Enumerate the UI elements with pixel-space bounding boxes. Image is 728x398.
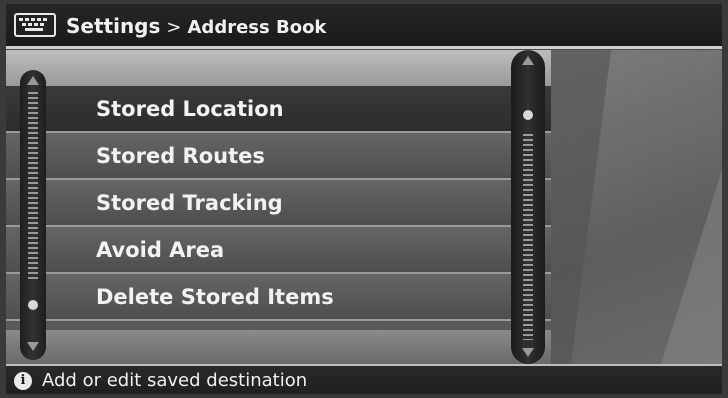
scroll-down-arrow-icon[interactable] — [522, 348, 534, 357]
menu-bottom-strip — [6, 330, 551, 364]
scroll-position-indicator — [28, 300, 38, 310]
menu-item-stored-routes[interactable]: Stored Routes — [6, 133, 551, 180]
left-scrollbar[interactable] — [20, 70, 46, 360]
status-message: Add or edit saved destination — [42, 370, 308, 391]
menu-item-label: Delete Stored Items — [96, 285, 334, 309]
menu-item-stored-location[interactable]: Stored Location — [6, 86, 551, 133]
scroll-ticks — [523, 134, 533, 340]
scroll-up-arrow-icon[interactable] — [522, 56, 534, 65]
menu-item-avoid-area[interactable]: Avoid Area — [6, 227, 551, 274]
scroll-position-indicator — [523, 110, 533, 120]
page-title: Address Book — [187, 17, 327, 38]
menu-item-label: Stored Location — [96, 97, 284, 121]
breadcrumb-settings: Settings — [66, 14, 161, 38]
right-scrollbar[interactable] — [511, 50, 545, 364]
menu-item-stored-tracking[interactable]: Stored Tracking — [6, 180, 551, 227]
breadcrumb-separator: > — [166, 17, 182, 38]
menu-item-label: Stored Tracking — [96, 191, 283, 215]
breadcrumb: Settings > Address Book — [66, 12, 326, 40]
menu-top-strip — [6, 50, 551, 86]
scroll-ticks — [28, 92, 38, 282]
keyboard-icon[interactable] — [14, 13, 56, 37]
menu-item-label: Avoid Area — [96, 238, 225, 262]
info-icon: i — [14, 372, 32, 390]
scroll-up-arrow-icon[interactable] — [27, 76, 39, 85]
map-preview — [551, 50, 722, 364]
header-bar: Settings > Address Book — [6, 4, 722, 49]
map-shape — [551, 50, 722, 364]
menu-item-label: Stored Routes — [96, 144, 265, 168]
status-bar: i Add or edit saved destination — [6, 364, 722, 394]
menu-item-delete-stored-items[interactable]: Delete Stored Items — [6, 274, 551, 321]
menu-area: Stored Location Stored Routes Stored Tra… — [6, 50, 722, 364]
menu-list: Stored Location Stored Routes Stored Tra… — [6, 86, 551, 321]
scroll-down-arrow-icon[interactable] — [27, 342, 39, 351]
screen: Settings > Address Book Stored Location St… — [6, 4, 722, 394]
